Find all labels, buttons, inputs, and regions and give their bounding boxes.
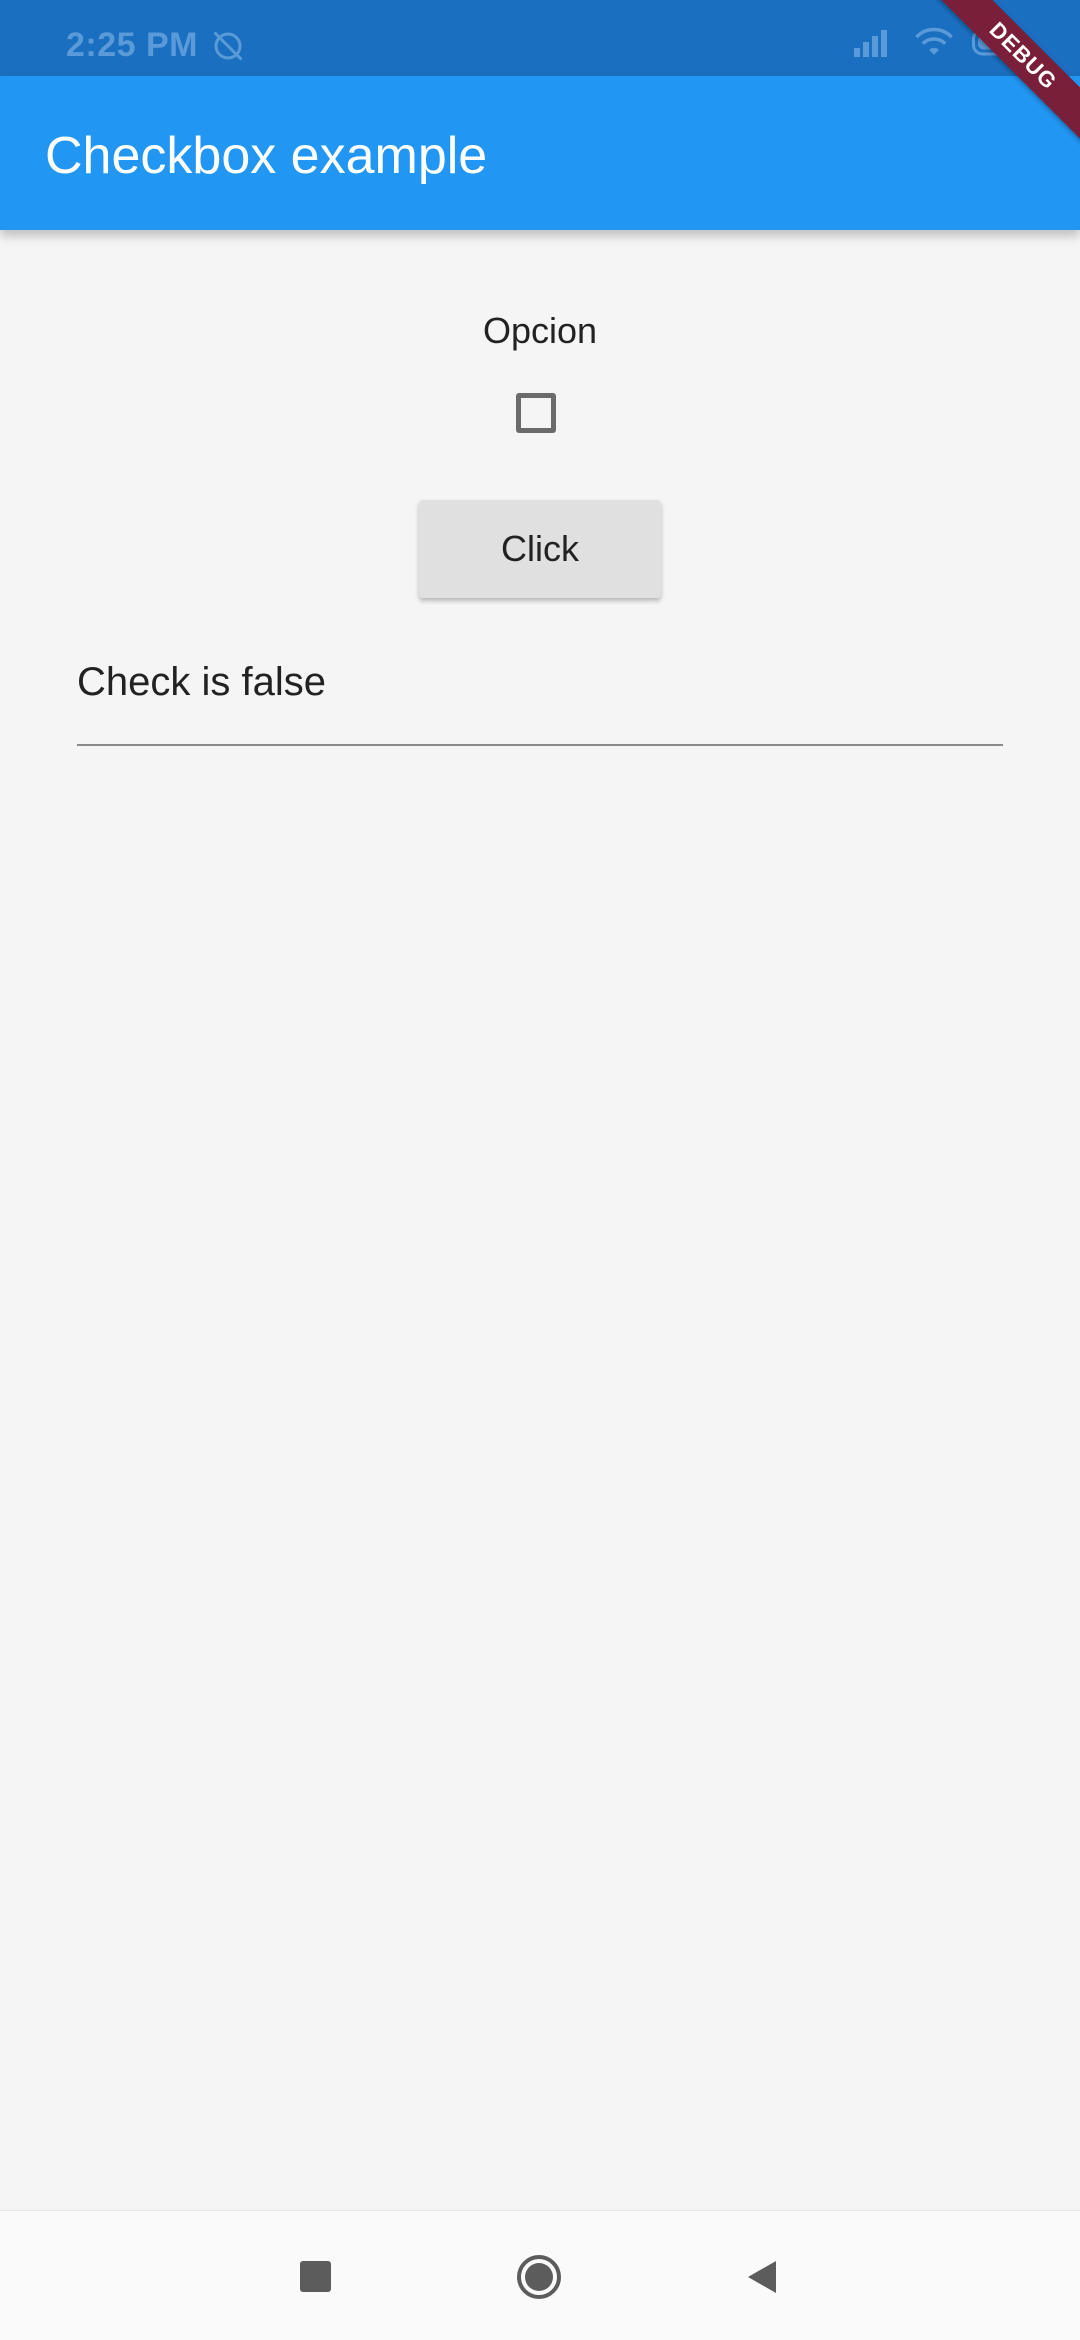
debug-banner: DEBUG (920, 0, 1080, 160)
navigation-bar (0, 2210, 1080, 2340)
alarm-off-icon (210, 28, 246, 64)
signal-icon (854, 27, 896, 62)
back-icon[interactable] (744, 2259, 780, 2295)
status-time: 2:25 PM (66, 26, 198, 64)
recents-icon[interactable] (300, 2261, 331, 2292)
content: Opcion Click Check is false (0, 230, 1080, 2210)
option-checkbox[interactable] (516, 393, 556, 433)
app-bar: Checkbox example (0, 76, 1080, 230)
status-bar: 2:25 PM (0, 0, 1080, 76)
debug-label: DEBUG (928, 0, 1080, 151)
text-field-value: Check is false (77, 660, 326, 704)
screen: 2:25 PM Checkbox example DEBUG Opcion Cl… (0, 0, 1080, 2340)
result-text-field[interactable]: Check is false (77, 650, 1003, 746)
page-title: Checkbox example (45, 127, 488, 185)
home-icon[interactable] (515, 2253, 563, 2301)
option-label: Opcion (482, 310, 598, 351)
click-button[interactable]: Click (419, 500, 661, 598)
